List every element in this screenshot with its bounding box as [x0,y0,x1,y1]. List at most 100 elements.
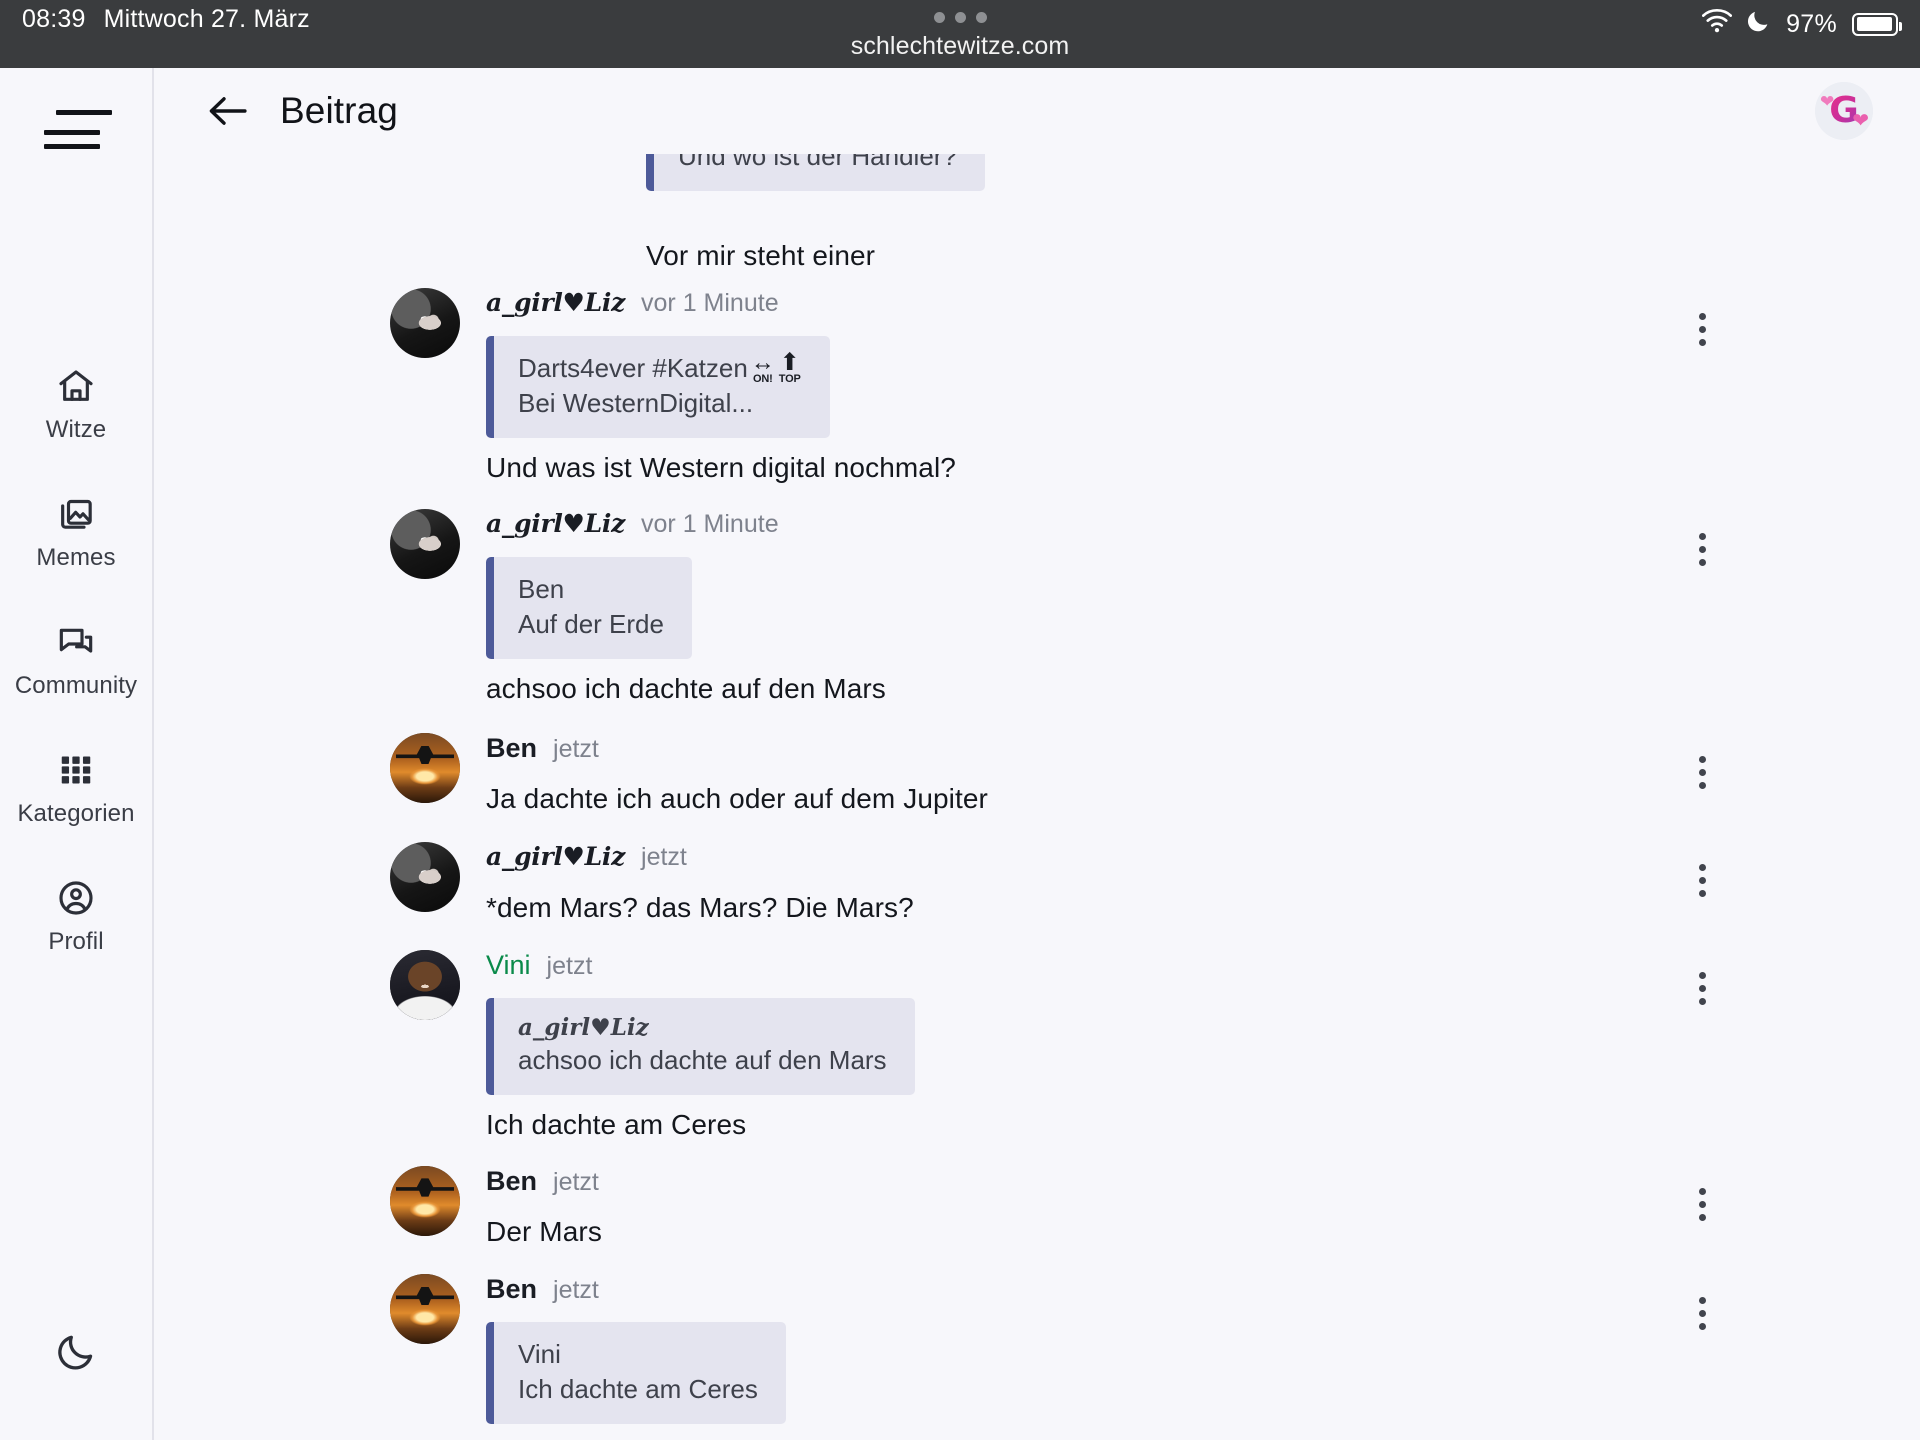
avatar[interactable] [390,508,460,579]
quote-text: Und wo ist der Händler? [678,154,957,171]
message-text: Cool [486,1436,1620,1440]
quote-text: Auf der Erde [518,608,664,639]
dark-mode-toggle[interactable] [50,1328,102,1380]
status-bar-right: 97% [1702,8,1902,40]
message-text: *dem Mars? das Mars? Die Mars? [486,891,914,923]
avatar[interactable] [390,949,460,1020]
heart-icon: ❤ [1852,110,1869,132]
battery-percent: 97% [1786,9,1837,38]
sidebar-item-witze[interactable]: Witze [0,365,152,444]
quote-block[interactable]: Darts4ever #Katzen ↔ ON! ⬆ TOP Bei Weste… [486,336,830,439]
sidebar-item-kategorien[interactable]: Kategorien [0,749,152,828]
sidebar: Witze Memes Community Kategorien Profil [0,68,154,1440]
sidebar-item-profil[interactable]: Profil [0,877,152,956]
message-options-button[interactable] [1682,1290,1722,1336]
chat-bubbles-icon [55,621,97,663]
quote-block: Und wo ist der Händler? [646,154,985,192]
message-options-button[interactable] [1682,1182,1722,1228]
message-author[interactable]: Vini [486,950,531,981]
notification-badge [56,110,112,115]
message-author[interactable]: a_girl♥Liz [486,509,625,538]
avatar[interactable] [390,1274,460,1345]
battery-icon [1852,12,1902,36]
status-date: Mittwoch 27. März [103,5,310,33]
message-timestamp: jetzt [553,1167,599,1196]
message-fragment: Und wo ist der Händler? Vor mir steht ei… [156,154,1920,276]
sidebar-item-label: Witze [45,416,107,443]
user-logo-icon: ❤ G ❤ [1815,82,1873,140]
quote-text: Ich dachte am Ceres [518,1374,758,1405]
message-row: Ben jetzt Der Mars [156,1165,1920,1250]
message-author[interactable]: Ben [486,1166,537,1197]
message-header: Ben jetzt [486,1274,1620,1310]
message-header: Vini jetzt [486,950,1620,986]
quote-block[interactable]: Vini Ich dachte am Ceres [486,1322,786,1425]
message-options-button[interactable] [1682,749,1722,795]
back-button[interactable] [208,94,248,128]
grid-icon [55,749,97,791]
multitasking-handle-icon[interactable] [933,12,987,23]
message-timestamp: vor 1 Minute [641,509,779,538]
message-text: Ich dachte am Ceres [486,1109,747,1141]
avatar[interactable] [390,733,460,804]
sidebar-item-memes[interactable]: Memes [0,493,152,572]
quote-quoted-author: Darts4ever #Katzen [518,353,748,383]
avatar[interactable] [390,841,460,912]
message-timestamp: jetzt [641,842,687,871]
message-author[interactable]: Ben [486,1274,537,1305]
message-header: a_girl♥Liz jetzt [486,842,1620,878]
message-author[interactable]: a_girl♥Liz [486,842,625,871]
message-timestamp: jetzt [546,951,593,980]
status-bar-left: 08:39 Mittwoch 27. März [0,0,310,34]
quote-text: Bei WesternDigital... [518,388,754,419]
quote-block[interactable]: Ben Auf der Erde [486,556,692,659]
quote-block[interactable]: a_girl♥Liz achsoo ich dachte auf den Mar… [486,997,915,1096]
message-text: Ja dachte ich auch oder auf dem Jupiter [486,783,988,815]
arrows-horizontal-emoji: ↔ ON! [750,349,775,385]
image-icon [55,493,97,535]
sidebar-nav: Witze Memes Community Kategorien Profil [0,365,152,956]
message-options-button[interactable] [1682,527,1722,573]
sidebar-item-label: Profil [48,928,104,955]
moon-icon [55,1331,97,1378]
message-text: achsoo ich dachte auf den Mars [486,672,886,704]
quote-author-line: Darts4ever #Katzen ↔ ON! ⬆ TOP [518,351,802,386]
status-bar: 08:39 Mittwoch 27. März schlechtewitze.c… [0,0,1920,68]
sidebar-item-label: Community [14,672,138,699]
quote-text: achsoo ich dachte auf den Mars [518,1045,887,1076]
avatar[interactable]: ❤ G ❤ [1815,82,1873,140]
user-circle-icon [55,877,97,919]
message-author[interactable]: Ben [486,733,537,764]
message-row: a_girl♥Liz vor 1 Minute Ben Auf der Erde… [156,508,1920,708]
post-thread[interactable]: Und wo ist der Händler? Vor mir steht ei… [156,154,1920,1440]
hamburger-menu-icon[interactable] [44,110,112,165]
page-title: Beitrag [280,90,398,131]
wifi-icon [1702,8,1733,40]
message-options-button[interactable] [1682,966,1722,1012]
sidebar-item-community[interactable]: Community [0,621,152,700]
message-text: Der Mars [486,1215,602,1247]
avatar[interactable] [390,1165,460,1236]
message-options-button[interactable] [1682,306,1722,352]
avatar[interactable] [390,288,460,358]
message-author[interactable]: a_girl♥Liz [486,288,625,317]
message-row: Vini jetzt a_girl♥Liz achsoo ich dachte … [156,949,1920,1144]
message-timestamp: vor 1 Minute [641,289,779,317]
heart-icon: ❤ [1820,92,1835,111]
message-header: Ben jetzt [486,733,1620,769]
page-header: Beitrag ❤ G ❤ [156,68,1920,154]
quote-quoted-author: Vini [518,1339,561,1370]
message-text: Vor mir steht einer [646,240,876,271]
moon-icon [1747,8,1771,40]
message-options-button[interactable] [1682,858,1722,904]
message-row: a_girl♥Liz jetzt *dem Mars? das Mars? Di… [156,841,1920,926]
message-timestamp: jetzt [553,1276,599,1305]
quote-quoted-author: a_girl♥Liz [518,1013,649,1041]
message-header: Ben jetzt [486,1166,1620,1202]
sidebar-item-label: Memes [36,544,116,571]
message-header: a_girl♥Liz vor 1 Minute [486,288,1620,324]
message-header: a_girl♥Liz vor 1 Minute [486,509,1620,545]
message-row: Ben jetzt Ja dachte ich auch oder auf de… [156,733,1920,817]
site-url: schlechtewitze.com [850,32,1070,60]
status-time: 08:39 [22,5,86,33]
